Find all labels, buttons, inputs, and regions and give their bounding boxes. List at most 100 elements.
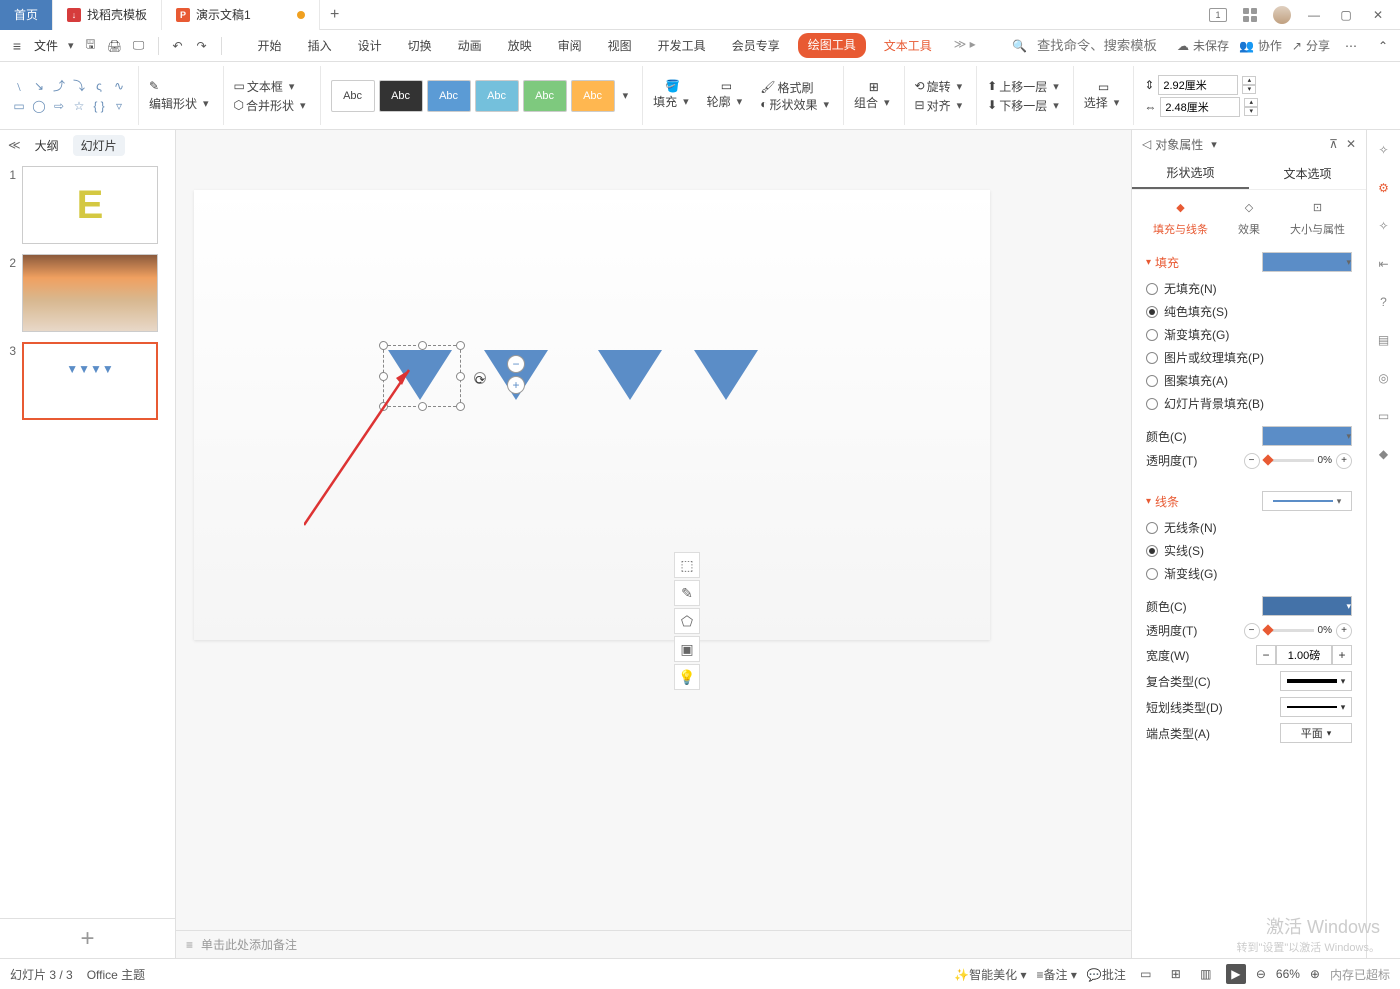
save-icon[interactable]: 🖫 xyxy=(80,35,102,57)
radio-solid-fill[interactable]: 纯色填充(S) xyxy=(1146,303,1352,320)
select-icon[interactable]: ▭ xyxy=(1084,80,1124,94)
zoom-level[interactable]: 66% xyxy=(1276,967,1300,981)
rail-collapse-icon[interactable]: ⇤ xyxy=(1374,254,1394,274)
fill-button[interactable]: 填充▾ xyxy=(653,93,693,110)
collapse-ribbon-icon[interactable]: ⌃ xyxy=(1372,35,1394,57)
rail-star-icon[interactable]: ✧ xyxy=(1374,216,1394,236)
add-tab-button[interactable]: + xyxy=(320,0,350,30)
notes-input[interactable]: 单击此处添加备注 xyxy=(201,936,297,953)
search-input[interactable] xyxy=(1037,38,1167,53)
line-opacity-decrease[interactable]: − xyxy=(1244,623,1260,639)
radio-gradient-line[interactable]: 渐变线(G) xyxy=(1146,565,1352,582)
plus-handle[interactable]: + xyxy=(507,376,525,394)
ribbon-more-icon[interactable]: ≫ ▸ xyxy=(950,33,980,58)
cap-picker[interactable]: 平面▾ xyxy=(1280,723,1352,743)
rail-settings-icon[interactable]: ⚙ xyxy=(1374,178,1394,198)
outline-button[interactable]: 轮廓▾ xyxy=(707,93,747,110)
counter-badge[interactable]: 1 xyxy=(1204,1,1232,29)
rail-ai-icon[interactable]: ✧ xyxy=(1374,140,1394,160)
tab-home[interactable]: 首页 xyxy=(0,0,53,30)
zoom-out[interactable]: ⊖ xyxy=(1256,967,1266,981)
print-icon[interactable]: 🖨 xyxy=(104,35,126,57)
subtab-size[interactable]: ⊡大小与属性 xyxy=(1290,197,1345,237)
subtab-effects[interactable]: ◇效果 xyxy=(1238,197,1260,237)
ribbon-tab-text[interactable]: 文本工具 xyxy=(876,33,940,58)
prop-tab-shape[interactable]: 形状选项 xyxy=(1132,158,1249,189)
rail-expand-icon[interactable]: ◆ xyxy=(1374,444,1394,464)
ribbon-tab-slideshow[interactable]: 放映 xyxy=(500,33,540,58)
shape-triangle[interactable] xyxy=(598,350,662,400)
collapse-panel-icon[interactable]: ≪ xyxy=(8,138,21,152)
line-style-swatch[interactable]: ▾ xyxy=(1262,491,1352,511)
ribbon-tab-review[interactable]: 审阅 xyxy=(550,33,590,58)
ribbon-tab-design[interactable]: 设计 xyxy=(350,33,390,58)
fill-color-picker[interactable]: ▾ xyxy=(1262,426,1352,446)
rail-device-icon[interactable]: ▭ xyxy=(1374,406,1394,426)
close-button[interactable]: ✕ xyxy=(1364,1,1392,29)
radio-no-line[interactable]: 无线条(N) xyxy=(1146,519,1352,536)
ribbon-tab-transition[interactable]: 切换 xyxy=(400,33,440,58)
slide-canvas[interactable]: ⟳ − + xyxy=(194,190,990,640)
preview-icon[interactable]: 🖵 xyxy=(128,35,150,57)
idea-icon[interactable]: 💡 xyxy=(674,664,700,690)
radio-pattern-fill[interactable]: 图案填充(A) xyxy=(1146,372,1352,389)
tab-document[interactable]: P演示文稿1 xyxy=(162,0,320,30)
group-icon[interactable]: ⊞ xyxy=(854,80,894,94)
view-slideshow-icon[interactable]: ▶ xyxy=(1226,964,1246,984)
textbox-button[interactable]: ▭文本框▾ xyxy=(234,78,310,95)
ribbon-tab-member[interactable]: 会员专享 xyxy=(724,33,788,58)
add-slide-button[interactable]: + xyxy=(0,918,175,958)
ribbon-tab-start[interactable]: 开始 xyxy=(250,33,290,58)
close-panel-icon[interactable]: ✕ xyxy=(1346,137,1356,151)
maximize-button[interactable]: ▢ xyxy=(1332,1,1360,29)
view-reading-icon[interactable]: ▥ xyxy=(1196,964,1216,984)
shapes-gallery[interactable]: ﹨↘⤴⤵ς∿ ▭◯⇨☆{ }▿ xyxy=(10,77,128,115)
file-menu[interactable]: 文件 xyxy=(30,37,62,54)
ribbon-tab-drawing[interactable]: 绘图工具 xyxy=(798,33,866,58)
radio-gradient-fill[interactable]: 渐变填充(G) xyxy=(1146,326,1352,343)
opacity-increase[interactable]: + xyxy=(1336,453,1352,469)
view-sorter-icon[interactable]: ⊞ xyxy=(1166,964,1186,984)
radio-picture-fill[interactable]: 图片或纹理填充(P) xyxy=(1146,349,1352,366)
eyedropper-icon[interactable]: ✎ xyxy=(674,580,700,606)
shape-icon[interactable]: ⬠ xyxy=(674,608,700,634)
line-opacity-increase[interactable]: + xyxy=(1336,623,1352,639)
line-color-picker[interactable]: ▾ xyxy=(1262,596,1352,616)
collab-button[interactable]: 👥协作 xyxy=(1239,37,1282,54)
more-icon[interactable]: ⋯ xyxy=(1340,35,1362,57)
move-down-button[interactable]: ⬇下移一层▾ xyxy=(987,97,1063,114)
unsaved-button[interactable]: ☁未保存 xyxy=(1177,37,1229,54)
edit-shape-button[interactable]: ✎ xyxy=(149,79,213,93)
ribbon-tab-animation[interactable]: 动画 xyxy=(450,33,490,58)
shape-triangle[interactable] xyxy=(694,350,758,400)
align-button[interactable]: ⊟对齐▾ xyxy=(915,97,967,114)
effect-button[interactable]: ◐形状效果▾ xyxy=(760,96,833,113)
slide-thumb-2[interactable] xyxy=(22,254,158,332)
ribbon-tab-insert[interactable]: 插入 xyxy=(300,33,340,58)
fill-icon[interactable]: 🪣 xyxy=(653,79,693,93)
ribbon-tab-view[interactable]: 视图 xyxy=(600,33,640,58)
rail-target-icon[interactable]: ◎ xyxy=(1374,368,1394,388)
rail-template-icon[interactable]: ▤ xyxy=(1374,330,1394,350)
notes-toggle[interactable]: ≡备注 ▾ xyxy=(1036,966,1076,983)
width-decrease[interactable]: − xyxy=(1256,645,1276,665)
width-increase[interactable]: + xyxy=(1332,645,1352,665)
minus-handle[interactable]: − xyxy=(507,355,525,373)
move-up-button[interactable]: ⬆上移一层▾ xyxy=(987,78,1063,95)
ribbon-tab-dev[interactable]: 开发工具 xyxy=(650,33,714,58)
select-button[interactable]: 选择▾ xyxy=(1084,94,1124,111)
prop-tab-text[interactable]: 文本选项 xyxy=(1249,158,1366,189)
line-width-input[interactable] xyxy=(1276,645,1332,665)
compound-picker[interactable]: ▾ xyxy=(1280,671,1352,691)
tab-template[interactable]: ↓找稻壳模板 xyxy=(53,0,162,30)
share-button[interactable]: ↗分享 xyxy=(1292,37,1330,54)
avatar[interactable] xyxy=(1268,1,1296,29)
merge-shape-button[interactable]: ⬡合并形状▾ xyxy=(234,97,310,114)
menu-icon[interactable]: ≡ xyxy=(6,35,28,57)
slide-thumb-3[interactable]: ▼▼▼▼ xyxy=(22,342,158,420)
minimize-button[interactable]: — xyxy=(1300,1,1328,29)
width-input[interactable] xyxy=(1160,97,1240,117)
pin-icon[interactable]: ⊼ xyxy=(1329,137,1338,151)
beautify-button[interactable]: ✨智能美化 ▾ xyxy=(954,966,1026,983)
outline-tab[interactable]: 大纲 xyxy=(35,137,59,154)
